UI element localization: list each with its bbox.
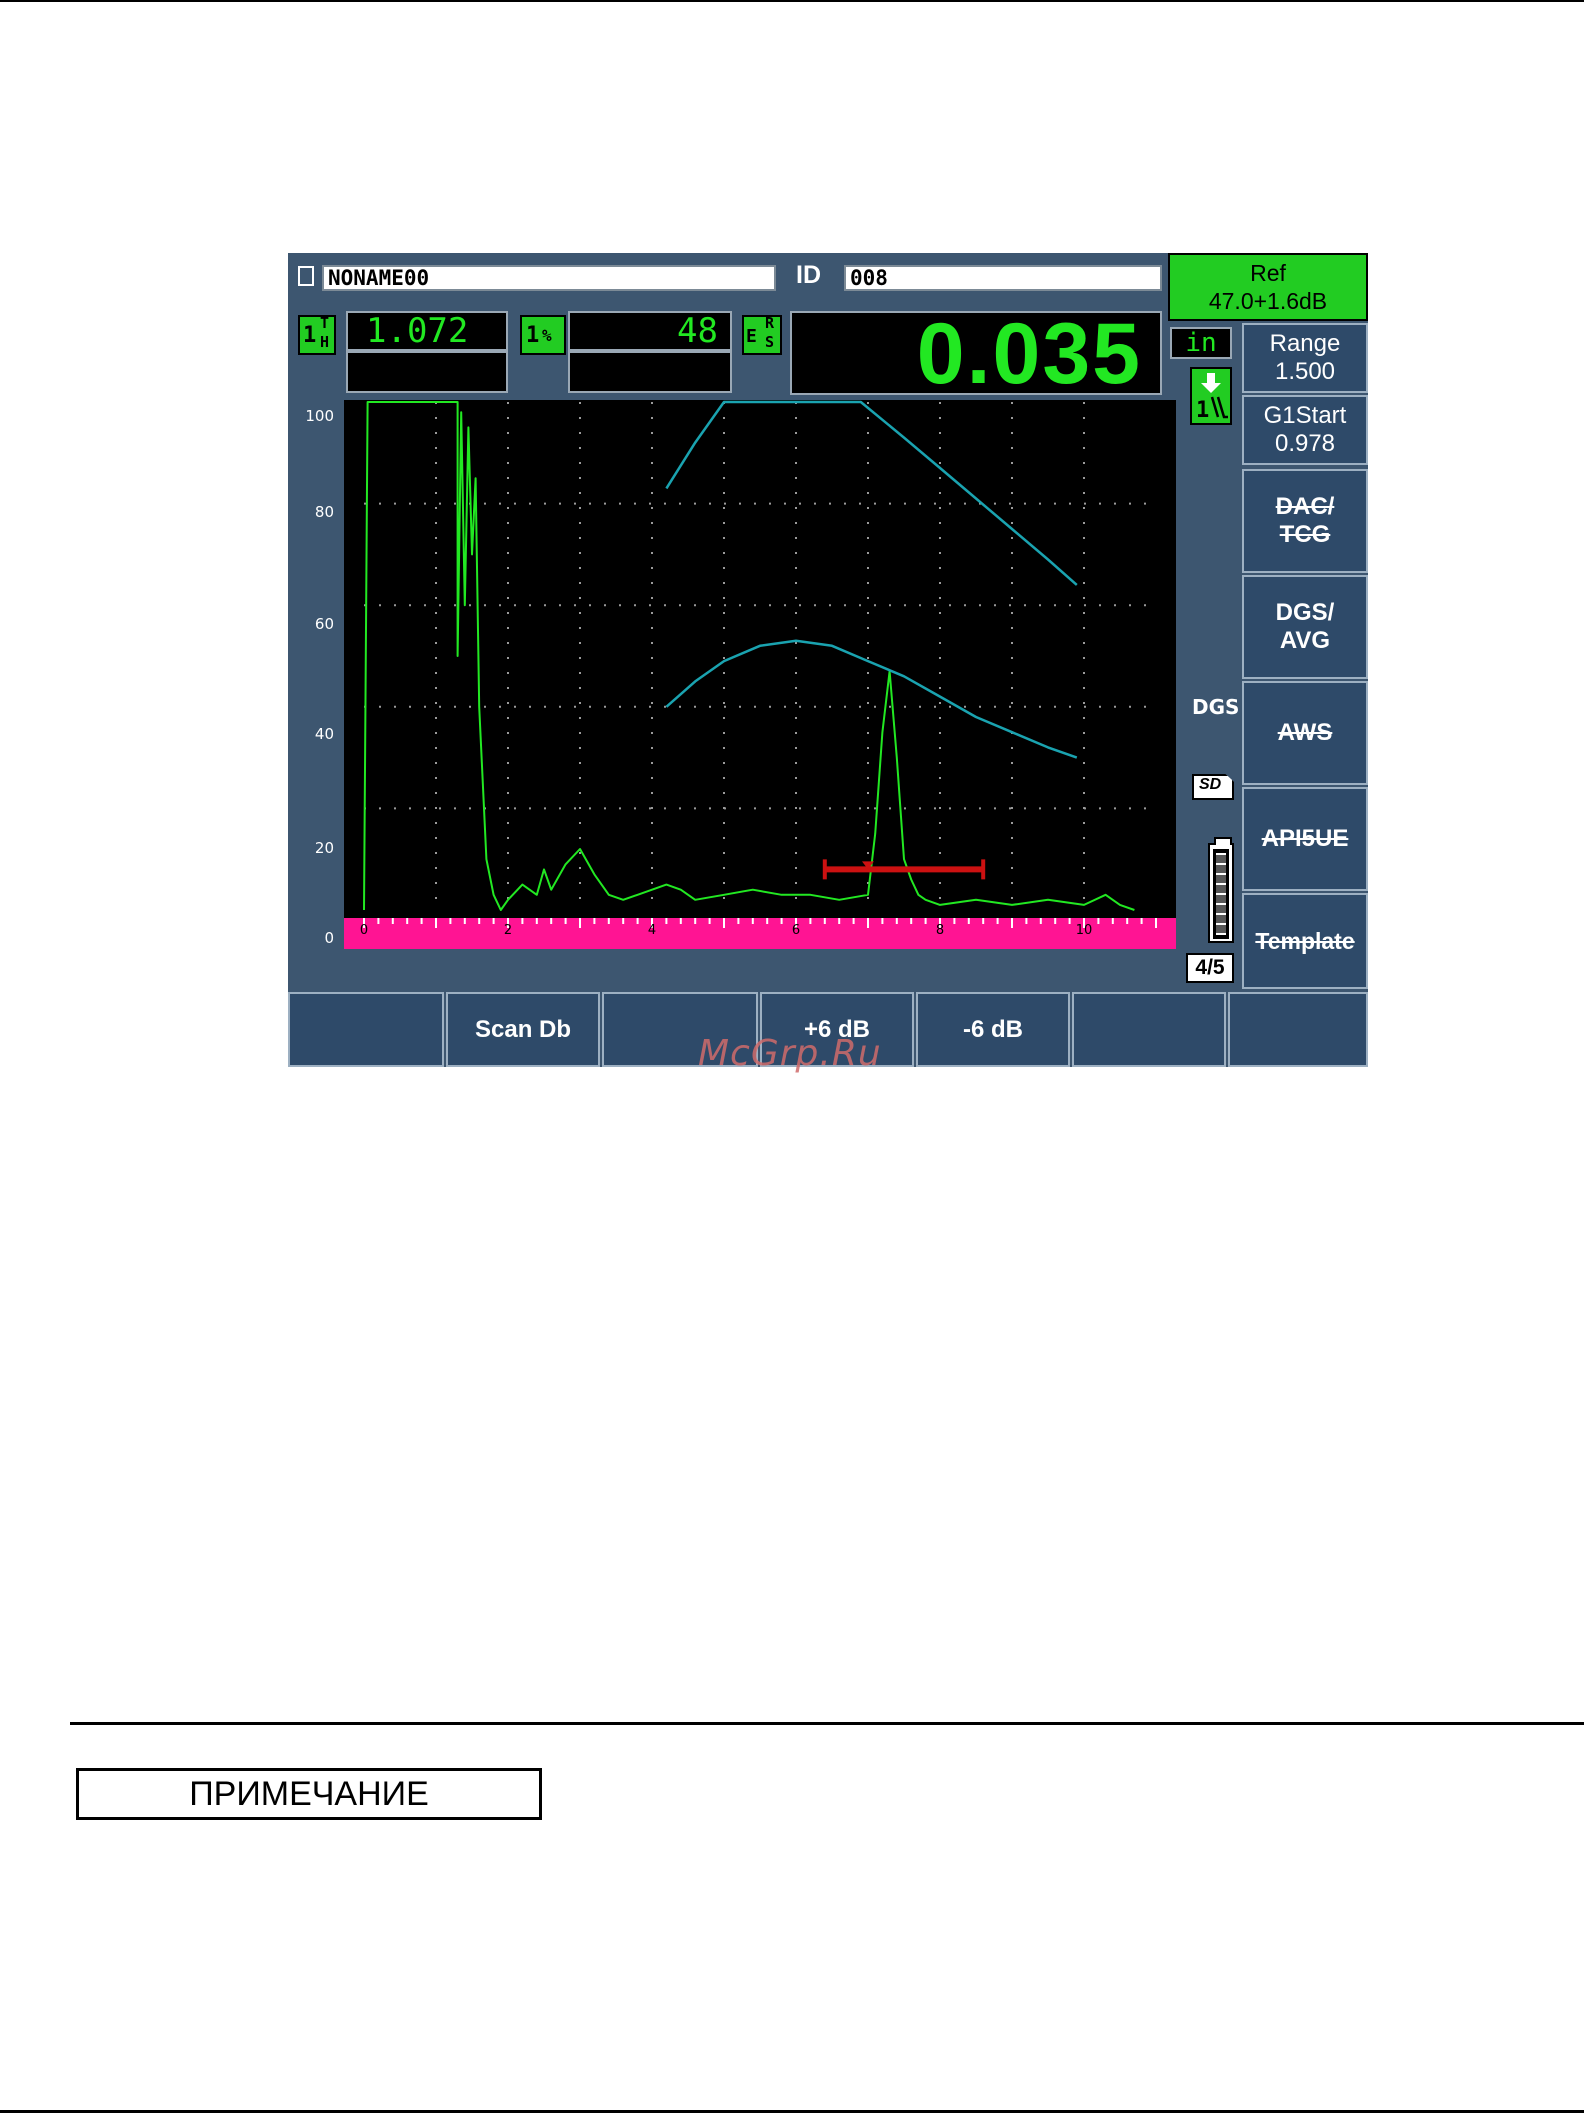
tag-sup: T [320, 314, 330, 332]
x-tick-label: 10 [1076, 923, 1093, 938]
scan-db-button[interactable]: Scan Db [446, 992, 600, 1067]
g1start-button[interactable]: G1Start 0.978 [1242, 395, 1368, 465]
battery-icon [1208, 837, 1234, 943]
aws-button[interactable]: AWS [1242, 681, 1368, 785]
range-label: Range [1269, 330, 1341, 357]
amplitude-readout-secondary [568, 351, 732, 393]
bottom-button-6[interactable] [1072, 992, 1226, 1067]
dgs-upper-line [665, 400, 1078, 586]
id-label: ID [796, 261, 821, 289]
sd-card-icon: SD [1192, 774, 1234, 800]
gate-number: 1 [526, 323, 540, 348]
note-heading: ПРИМЕЧАНИЕ [76, 1768, 542, 1820]
range-value: 1.500 [1274, 358, 1336, 385]
y-tick-label: 20 [314, 839, 334, 857]
y-tick-label: 100 [305, 407, 334, 425]
page-indicator: 4/5 [1186, 953, 1234, 983]
thickness-readout-secondary [346, 351, 508, 393]
a-scan-plot[interactable]: 0 2 4 6 8 10 [344, 400, 1176, 949]
x-tick-label: 2 [504, 923, 512, 938]
dgs-indicator: DGS [1192, 695, 1240, 719]
a-scan-svg: 0 2 4 6 8 10 [344, 400, 1176, 949]
tag-sub: H [320, 333, 330, 351]
y-tick-label: 60 [314, 615, 334, 633]
unit-indicator: in [1170, 327, 1232, 359]
x-tick-label: 0 [360, 923, 368, 938]
ref-label: Ref [1250, 260, 1286, 286]
dgs-avg-button[interactable]: DGS/ AVG [1242, 575, 1368, 679]
thickness-readout: 1.072 [346, 311, 508, 351]
range-button[interactable]: Range 1.500 [1242, 323, 1368, 393]
x-axis-ruler [344, 918, 1176, 949]
x-tick-label: 8 [936, 923, 944, 938]
gate-number: 1 [303, 323, 317, 348]
flaw-detector-screen: NONAME00 ID 008 Ref 47.0+1.6dB 1 T H 1.0… [288, 253, 1368, 1067]
section-rule [70, 1722, 1584, 1725]
id-field[interactable]: 008 [844, 265, 1162, 291]
tag-prefix: E [746, 326, 757, 347]
x-tick-label: 6 [792, 923, 800, 938]
bottom-button-7[interactable] [1228, 992, 1368, 1067]
svg-text:1: 1 [1196, 398, 1209, 423]
x-tick-label: 4 [648, 923, 656, 938]
bottom-button-1[interactable] [288, 992, 444, 1067]
gate1-thickness-tag: 1 T H [298, 314, 336, 355]
sd-label: SD [1199, 776, 1222, 793]
y-tick-label: 40 [314, 725, 334, 743]
file-name-field[interactable]: NONAME00 [322, 265, 776, 291]
dgs-lower-line [665, 639, 1078, 759]
y-tick-label: 0 [324, 929, 334, 947]
g1start-label: G1Start [1263, 402, 1347, 429]
main-readout-tag: E R S [742, 314, 782, 355]
y-tick-label: 80 [314, 503, 334, 521]
api5ue-button[interactable]: API5UE [1242, 787, 1368, 891]
main-readout: 0.035 [790, 311, 1162, 397]
tag-sub: S [765, 333, 775, 351]
file-icon [298, 266, 314, 286]
a-scan-line [363, 401, 1135, 911]
watermark: McGrp.Ru [698, 1033, 882, 1074]
template-button[interactable]: Template [1242, 893, 1368, 989]
minus-6db-button[interactable]: -6 dB [916, 992, 1070, 1067]
tag-sup: R [765, 314, 775, 332]
dac-tcg-button[interactable]: DAC/ TCG [1242, 469, 1368, 573]
gate-alarm-icon: 1 [1190, 367, 1232, 425]
amplitude-readout: 48 [568, 311, 732, 351]
g1start-value: 0.978 [1274, 430, 1336, 457]
tag-unit: % [542, 326, 552, 345]
gate1-amplitude-tag: 1 % [520, 315, 566, 355]
top-rule [0, 0, 1584, 2]
ref-value: 47.0+1.6dB [1208, 288, 1328, 314]
ref-gain-box[interactable]: Ref 47.0+1.6dB [1168, 253, 1368, 321]
